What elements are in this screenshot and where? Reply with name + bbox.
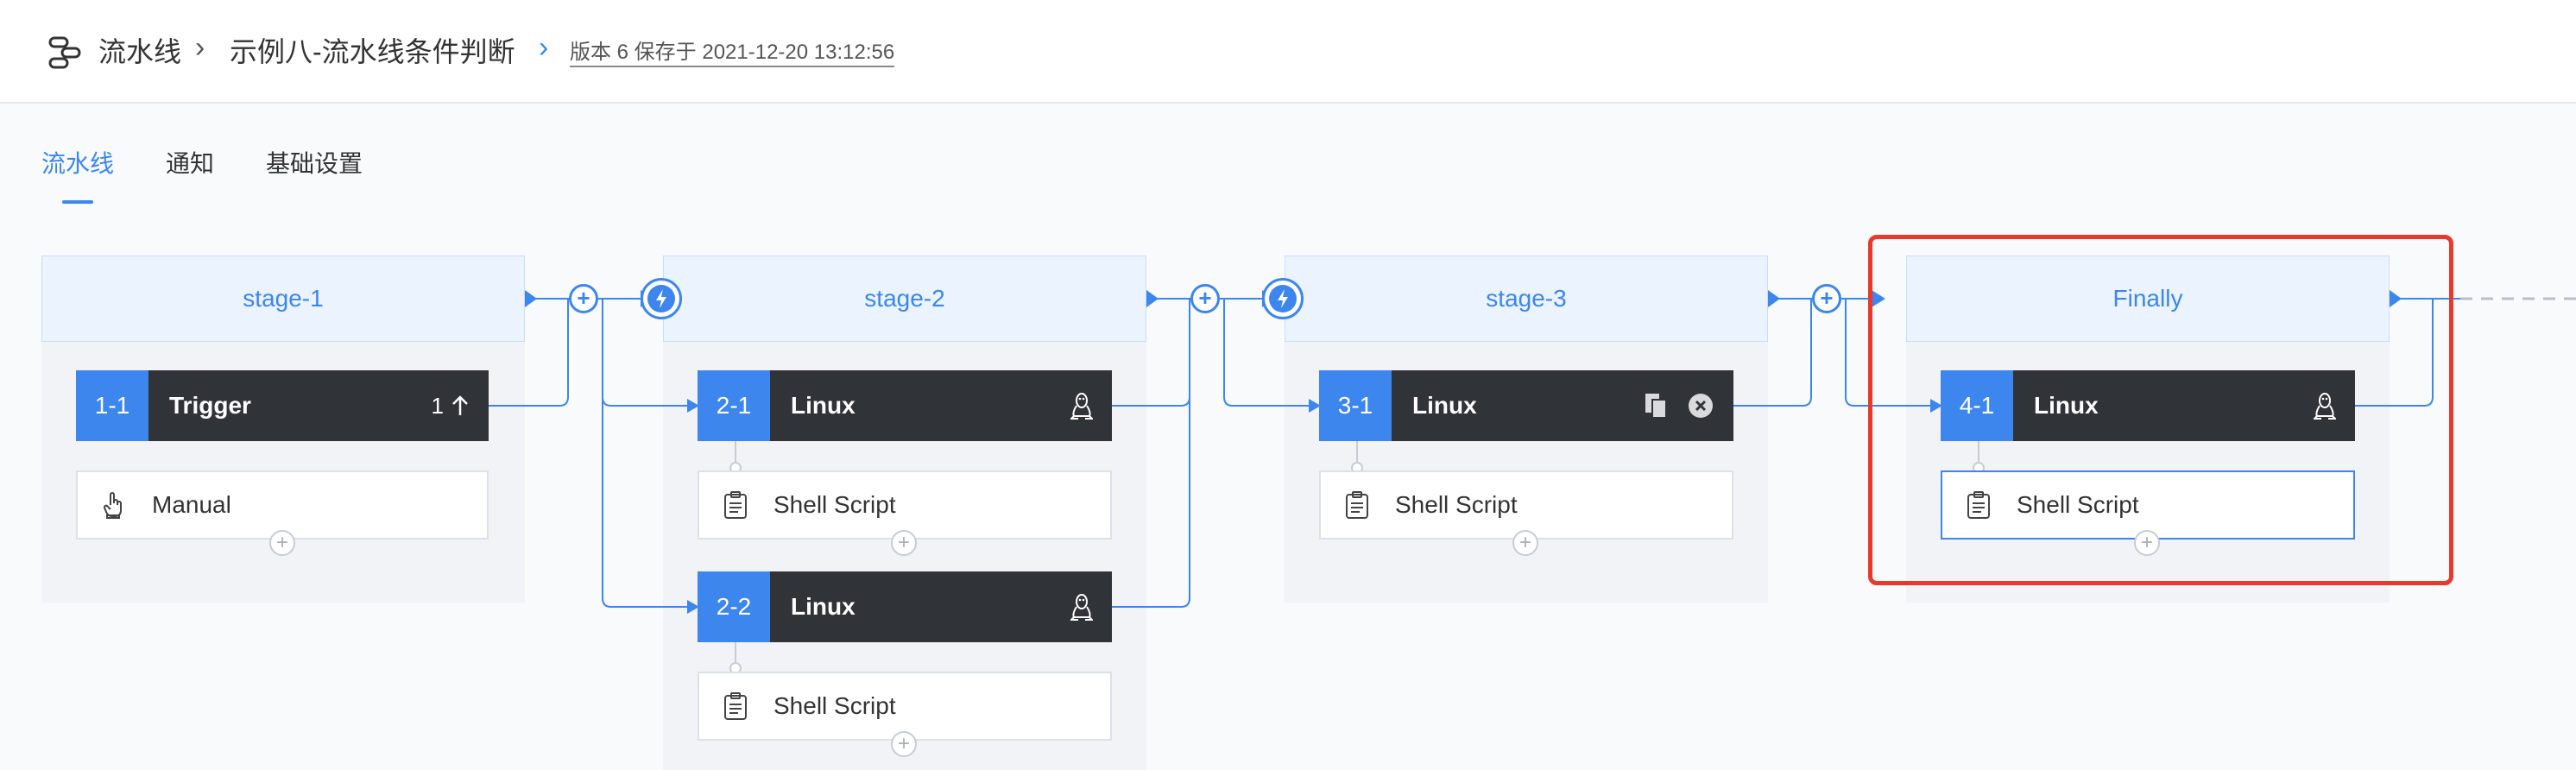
highlight-box <box>1868 235 2453 585</box>
step-name: Shell Script <box>773 491 896 518</box>
step-name: Shell Script <box>773 692 896 719</box>
hand-pointer-icon <box>102 491 126 519</box>
clipboard-icon <box>723 691 748 721</box>
linux-tux-icon <box>1070 393 1093 420</box>
add-step-button[interactable]: + <box>891 731 917 757</box>
clipboard-icon <box>723 490 748 520</box>
add-step-button[interactable]: + <box>1512 530 1538 556</box>
linux-tux-icon <box>1070 594 1093 621</box>
stage-2-header[interactable]: stage-2 <box>663 256 1146 342</box>
stage-1-title: stage-1 <box>243 285 324 312</box>
arrow-up-icon <box>452 395 468 415</box>
job-name: Trigger <box>169 392 251 419</box>
job-name: Linux <box>791 593 856 620</box>
stage-3-header[interactable]: stage-3 <box>1285 256 1768 342</box>
condition-bolt-icon[interactable] <box>641 278 682 319</box>
add-stage-button[interactable]: + <box>1812 284 1841 313</box>
stage-1-header[interactable]: stage-1 <box>41 256 525 342</box>
stage-2-title: stage-2 <box>864 285 945 312</box>
condition-bolt-icon[interactable] <box>1262 278 1304 319</box>
close-circle-icon[interactable] <box>1687 392 1714 420</box>
job-id: 3-1 <box>1319 370 1392 441</box>
run-count-value: 1 <box>431 392 444 419</box>
add-step-button[interactable]: + <box>269 530 295 556</box>
add-stage-button[interactable]: + <box>569 284 598 313</box>
stage-3-title: stage-3 <box>1486 285 1567 312</box>
step-name: Manual <box>152 491 231 518</box>
clipboard-icon <box>1345 490 1369 520</box>
add-stage-button[interactable]: + <box>1190 284 1220 313</box>
step-manual[interactable]: Manual <box>76 470 489 540</box>
step-shell-script[interactable]: Shell Script <box>1319 470 1733 540</box>
job-1-1[interactable]: 1-1 Trigger 1 <box>76 370 489 441</box>
job-name: Linux <box>791 392 856 419</box>
job-2-2[interactable]: 2-2 Linux <box>698 571 1112 642</box>
job-id: 2-2 <box>698 571 770 642</box>
step-name: Shell Script <box>1395 491 1518 518</box>
job-id: 1-1 <box>76 370 148 441</box>
step-shell-script[interactable]: Shell Script <box>698 470 1112 540</box>
job-3-1[interactable]: 3-1 Linux <box>1319 370 1733 441</box>
job-id: 2-1 <box>698 370 770 441</box>
copy-icon[interactable] <box>1644 392 1670 420</box>
run-count[interactable]: 1 <box>432 393 470 420</box>
job-name: Linux <box>1412 392 1477 419</box>
add-step-button[interactable]: + <box>891 530 917 556</box>
step-shell-script[interactable]: Shell Script <box>698 672 1112 741</box>
job-2-1[interactable]: 2-1 Linux <box>698 370 1112 441</box>
